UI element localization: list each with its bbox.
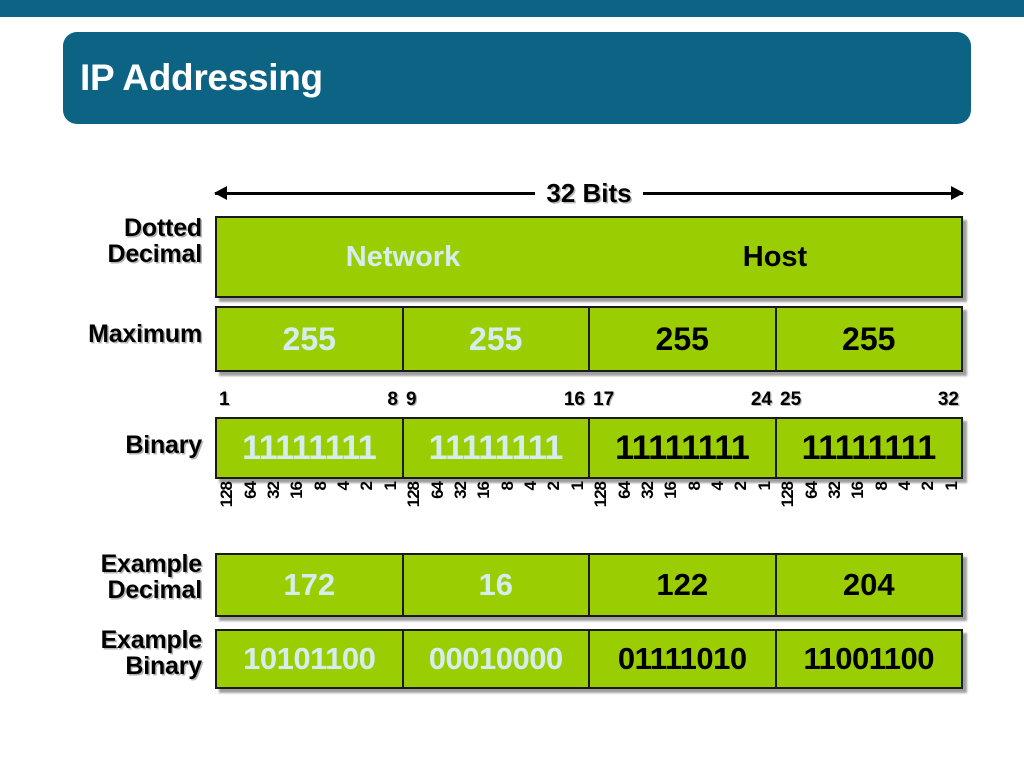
bit-end-3: 24 xyxy=(750,389,772,410)
place-value-2: 2 xyxy=(731,482,751,491)
place-value-32: 32 xyxy=(450,482,470,499)
row-example-binary: 10101100 00010000 01111010 11001100 xyxy=(215,629,963,689)
cell-example-decimal-octet-4: 204 xyxy=(774,555,962,615)
row-label-dotted-decimal: Dotted Decimal xyxy=(107,214,203,268)
bit-start-2: 9 xyxy=(406,389,417,410)
row-label-example-binary: Example Binary xyxy=(100,626,203,680)
bit-number-ruler: 1 8 9 16 17 24 25 32 xyxy=(215,385,963,411)
arrow-left-icon xyxy=(215,191,536,195)
bit-range-octet-2: 9 16 xyxy=(402,385,589,411)
place-value-1: 1 xyxy=(941,482,961,491)
bit-end-4: 32 xyxy=(937,389,959,410)
place-value-64: 64 xyxy=(614,482,634,499)
place-value-128: 128 xyxy=(591,482,611,508)
place-value-group-octet-1: 128 64 32 16 8 4 2 1 xyxy=(215,482,402,540)
bit-start-3: 17 xyxy=(593,389,615,410)
place-value-2: 2 xyxy=(357,482,377,491)
ip-addressing-diagram: 32 Bits Dotted Decimal Maximum Binary Ex… xyxy=(0,0,1024,768)
cell-binary-octet-4: 11111111 xyxy=(774,419,962,477)
place-value-4: 4 xyxy=(708,482,728,491)
row-label-maximum: Maximum xyxy=(88,320,202,348)
bit-width-label: 32 Bits xyxy=(546,177,632,208)
place-value-4: 4 xyxy=(521,482,541,491)
cell-network: Network xyxy=(345,240,461,273)
place-value-64: 64 xyxy=(801,482,821,499)
cell-binary-octet-1: 11111111 xyxy=(242,428,377,467)
place-value-8: 8 xyxy=(310,482,330,491)
place-value-32: 32 xyxy=(637,482,657,499)
place-value-1: 1 xyxy=(754,482,774,491)
cell-example-decimal-octet-2: 16 xyxy=(401,555,589,615)
place-value-4: 4 xyxy=(895,482,915,491)
place-value-1: 1 xyxy=(380,482,400,491)
cell-example-binary-octet-1: 10101100 xyxy=(243,641,376,676)
cell-example-decimal-octet-1: 172 xyxy=(283,567,336,602)
cell-example-binary-octet-3: 01111010 xyxy=(588,631,775,687)
place-value-1: 1 xyxy=(567,482,587,491)
place-value-128: 128 xyxy=(778,482,798,508)
place-value-64: 64 xyxy=(240,482,260,499)
place-value-16: 16 xyxy=(661,482,681,499)
bit-start-1: 1 xyxy=(219,389,230,410)
place-value-128: 128 xyxy=(217,482,237,508)
cell-example-binary-octet-4: 11001100 xyxy=(774,631,962,687)
place-value-8: 8 xyxy=(871,482,891,491)
place-value-ruler: 128 64 32 16 8 4 2 1 128 64 32 16 8 4 2 1 128 64 32 16 8 4 2 1 1… xyxy=(215,482,963,540)
place-value-32: 32 xyxy=(263,482,283,499)
place-value-8: 8 xyxy=(684,482,704,491)
bit-end-2: 16 xyxy=(563,389,585,410)
cell-maximum-octet-1: 255 xyxy=(282,320,336,357)
row-example-decimal: 172 16 122 204 xyxy=(215,553,963,617)
cell-host: Host xyxy=(742,240,808,273)
slide: IP Addressing 32 Bits Dotted Decimal Max… xyxy=(0,0,1024,768)
cell-maximum-octet-4: 255 xyxy=(774,308,962,370)
bit-range-octet-3: 17 24 xyxy=(589,385,776,411)
place-value-group-octet-2: 128 64 32 16 8 4 2 1 xyxy=(402,482,589,540)
place-value-32: 32 xyxy=(824,482,844,499)
place-value-64: 64 xyxy=(427,482,447,499)
bit-range-octet-1: 1 8 xyxy=(215,385,402,411)
place-value-2: 2 xyxy=(544,482,564,491)
cell-binary-octet-3: 11111111 xyxy=(588,419,775,477)
place-value-4: 4 xyxy=(334,482,354,491)
bit-width-indicator: 32 Bits xyxy=(215,177,964,208)
row-maximum: 255 255 255 255 xyxy=(215,306,963,372)
bit-start-4: 25 xyxy=(780,389,802,410)
arrow-right-icon xyxy=(642,191,964,195)
place-value-group-octet-3: 128 64 32 16 8 4 2 1 xyxy=(589,482,776,540)
bit-range-octet-4: 25 32 xyxy=(776,385,963,411)
cell-maximum-octet-3: 255 xyxy=(588,308,775,370)
row-label-binary: Binary xyxy=(125,431,202,459)
place-value-2: 2 xyxy=(918,482,938,491)
bit-end-1: 8 xyxy=(387,389,398,410)
place-value-group-octet-4: 128 64 32 16 8 4 2 1 xyxy=(776,482,963,540)
cell-maximum-octet-2: 255 xyxy=(401,308,589,370)
place-value-16: 16 xyxy=(848,482,868,499)
place-value-8: 8 xyxy=(497,482,517,491)
place-value-16: 16 xyxy=(474,482,494,499)
cell-example-decimal-octet-3: 122 xyxy=(588,555,775,615)
row-dotted-decimal: Network Host xyxy=(215,216,963,298)
place-value-128: 128 xyxy=(404,482,424,508)
cell-binary-octet-2: 11111111 xyxy=(401,419,589,477)
row-label-example-decimal: Example Decimal xyxy=(100,550,203,604)
cell-example-binary-octet-2: 00010000 xyxy=(401,631,589,687)
row-binary: 11111111 11111111 11111111 11111111 xyxy=(215,417,963,479)
place-value-16: 16 xyxy=(287,482,307,499)
